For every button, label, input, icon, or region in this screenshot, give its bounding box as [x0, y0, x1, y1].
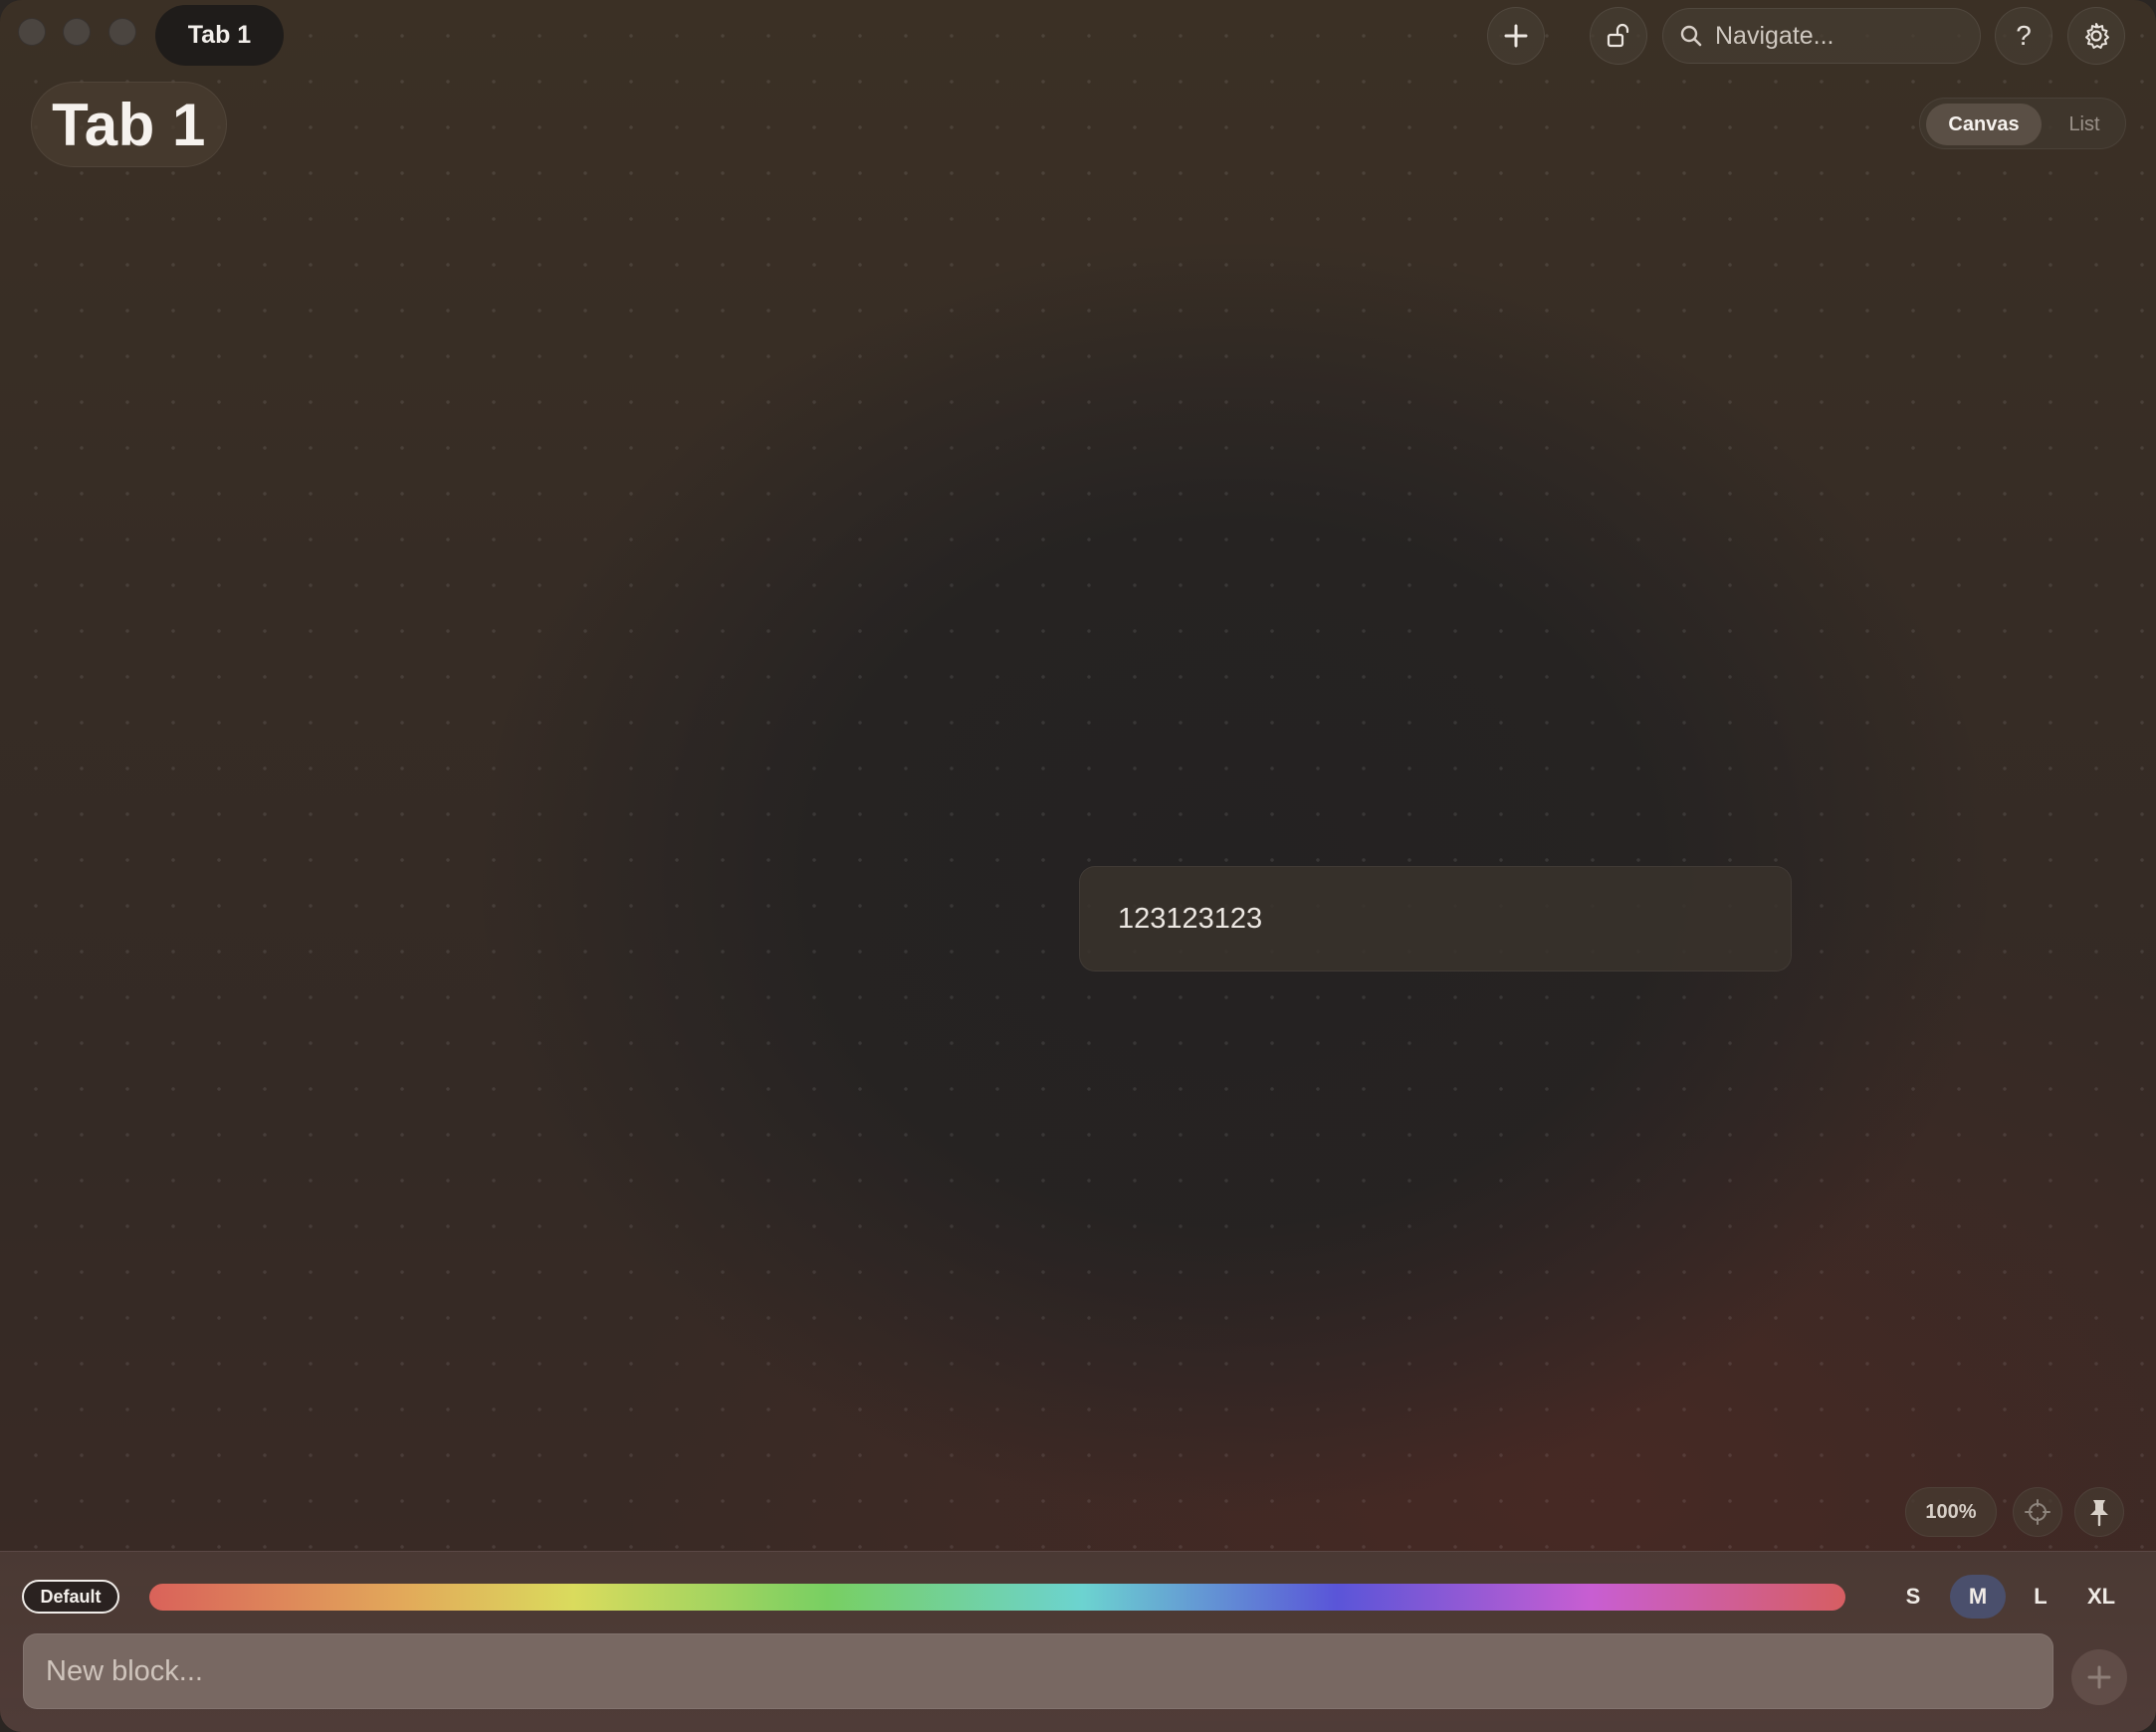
plus-icon — [2087, 1665, 2111, 1689]
add-tab-button[interactable] — [1487, 7, 1545, 65]
canvas-dot-grid — [0, 0, 2156, 1553]
pin-button[interactable] — [2074, 1487, 2124, 1537]
view-mode-list[interactable]: List — [2048, 104, 2121, 145]
app-window: Tab 1 Navigate... ? Tab 1 Canvas List 12… — [0, 0, 2156, 1732]
plus-icon — [1504, 24, 1528, 48]
view-mode-toggle: Canvas List — [1919, 98, 2126, 149]
pin-icon — [2090, 1500, 2108, 1527]
style-default-button[interactable]: Default — [22, 1580, 119, 1614]
zoom-level-button[interactable]: 100% — [1905, 1487, 1997, 1537]
canvas-block-text: 123123123 — [1118, 902, 1263, 935]
add-block-button[interactable] — [2071, 1649, 2127, 1705]
new-block-input[interactable]: New block... — [23, 1633, 2053, 1709]
page-title[interactable]: Tab 1 — [31, 82, 227, 167]
new-block-placeholder: New block... — [46, 1654, 203, 1687]
canvas-block[interactable]: 123123123 — [1079, 866, 1792, 972]
settings-button[interactable] — [2067, 7, 2125, 65]
recenter-button[interactable] — [2013, 1487, 2062, 1537]
zoom-window-button[interactable] — [108, 18, 136, 46]
size-xl-button[interactable]: XL — [2072, 1575, 2130, 1619]
minimize-window-button[interactable] — [63, 18, 91, 46]
color-picker-slider[interactable] — [149, 1584, 1845, 1611]
navigate-search-input[interactable]: Navigate... — [1662, 8, 1981, 64]
gear-icon — [2085, 23, 2109, 49]
search-placeholder: Navigate... — [1715, 21, 1834, 50]
unlock-icon — [1607, 23, 1629, 48]
size-l-button[interactable]: L — [2019, 1575, 2062, 1619]
help-button[interactable]: ? — [1995, 7, 2052, 65]
tab-1[interactable]: Tab 1 — [155, 5, 284, 66]
view-mode-canvas[interactable]: Canvas — [1926, 104, 2042, 145]
size-s-button[interactable]: S — [1891, 1575, 1935, 1619]
help-label: ? — [2016, 20, 2032, 51]
search-icon — [1680, 25, 1702, 47]
size-m-button[interactable]: M — [1950, 1575, 2006, 1619]
lock-toggle-button[interactable] — [1590, 7, 1647, 65]
close-window-button[interactable] — [18, 18, 46, 46]
crosshair-icon — [2025, 1499, 2050, 1525]
